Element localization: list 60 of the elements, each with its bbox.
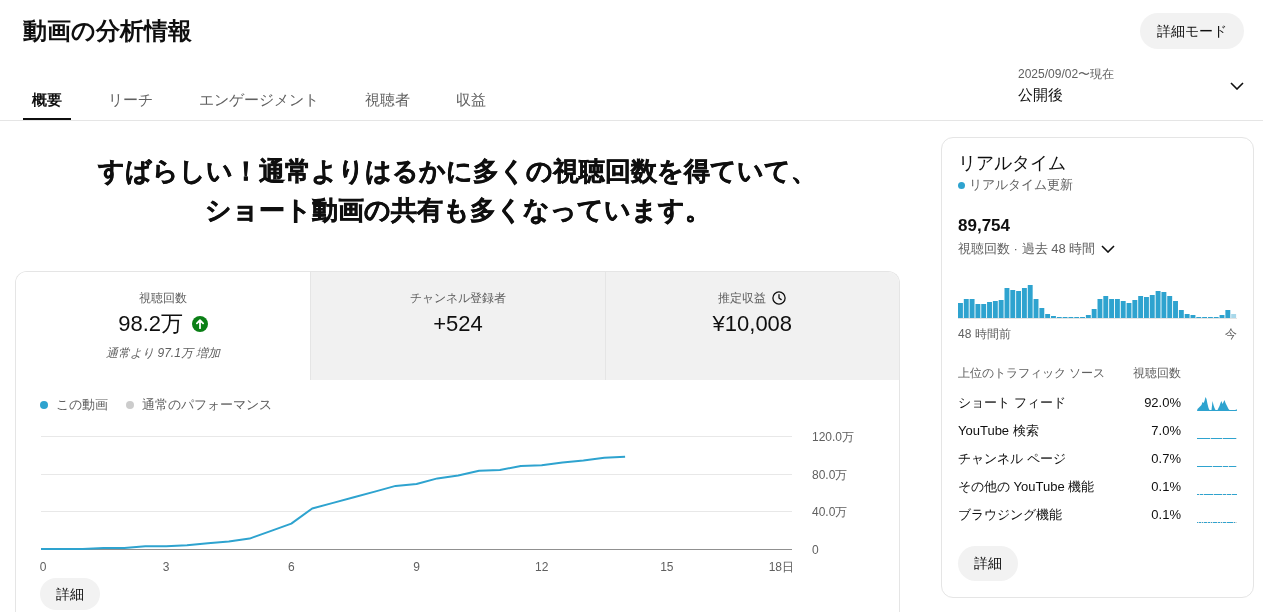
traffic-share: 0.7% [1151, 450, 1181, 468]
chevron-down-icon [1101, 245, 1116, 253]
axis-label: 80.0万 [812, 467, 848, 482]
metric-label: 推定収益 [718, 290, 767, 306]
traffic-share: 92.0% [1144, 394, 1181, 412]
metric-label: 視聴回数 [139, 290, 188, 306]
traffic-share: 0.1% [1151, 506, 1181, 524]
period-dropdown[interactable]: 視聴回数 · 過去 48 時間 [958, 239, 1116, 259]
details-button[interactable]: 詳細 [40, 578, 100, 610]
traffic-source: YouTube 検索 [958, 422, 1040, 440]
axis-label: 120.0万 [812, 429, 855, 444]
column-header: 上位のトラフィック ソース [958, 365, 1107, 381]
metric-note: 通常より 97.1万 増加 [106, 345, 221, 361]
axis-label: 12 [535, 560, 549, 574]
axis-label: 15 [660, 560, 674, 574]
traffic-source: ブラウジング機能 [958, 506, 1063, 524]
axis-label: 18日 [768, 560, 794, 574]
traffic-sparkline [1197, 395, 1237, 411]
details-button[interactable]: 詳細 [958, 546, 1018, 581]
legend-label: 通常のパフォーマンス [142, 396, 272, 414]
page-title: 動画の分析情報 [23, 16, 192, 46]
traffic-share: 0.1% [1151, 478, 1181, 496]
insight-headline: すばらしい！通常よりはるかに多くの視聴回数を得ていて、ショート動画の共有も多くなっています。 [97, 155, 818, 227]
legend-label: この動画 [56, 396, 108, 414]
axis-label: 9 [413, 560, 420, 574]
metric-value: 98.2万 [118, 310, 184, 338]
traffic-sparkline [1197, 521, 1237, 523]
axis-label: 6 [288, 560, 295, 574]
axis-label: 今 [1225, 326, 1237, 342]
axis-label: 48 時間前 [958, 326, 1011, 342]
view-count: 89,754 [958, 215, 1011, 237]
traffic-sparkline [1197, 437, 1237, 439]
detail-mode-button[interactable]: 詳細モード [1140, 13, 1244, 49]
chevron-down-icon [1230, 82, 1244, 90]
axis-label: 0 [812, 542, 819, 557]
metric-value: +524 [433, 310, 483, 338]
column-header: 視聴回数 [1133, 365, 1181, 381]
nav-tab[interactable]: 概要 [23, 82, 71, 120]
nav-tab[interactable]: 視聴者 [356, 82, 419, 120]
metric-tab[interactable]: 推定収益 ¥10,008 [604, 272, 899, 380]
traffic-source: ショート フィード [958, 394, 1067, 412]
traffic-sparkline [1197, 493, 1237, 495]
metric-value: ¥10,008 [712, 310, 793, 338]
nav-tab[interactable]: リーチ [99, 82, 162, 120]
status-dot-icon [958, 181, 965, 189]
traffic-source: チャンネル ページ [958, 450, 1067, 468]
traffic-source: その他の YouTube 機能 [958, 478, 1096, 496]
nav-tab[interactable]: エンゲージメント [190, 82, 328, 120]
axis-label: 3 [162, 560, 170, 574]
traffic-share: 7.0% [1151, 422, 1181, 440]
date-range-dropdown[interactable]: 2025/09/02〜現在 公開後 [1018, 66, 1244, 106]
realtime-status: リアルタイム更新 [969, 176, 1073, 194]
metric-tab[interactable]: チャンネル登録者 +524 [310, 272, 605, 380]
metric-label: チャンネル登録者 [410, 290, 506, 306]
nav-tab[interactable]: 収益 [447, 82, 495, 120]
clock-icon [772, 291, 787, 305]
axis-label: 0 [39, 560, 47, 574]
axis-label: 40.0万 [812, 504, 848, 519]
traffic-sparkline [1197, 465, 1237, 467]
realtime-title: リアルタイム [958, 152, 1067, 175]
